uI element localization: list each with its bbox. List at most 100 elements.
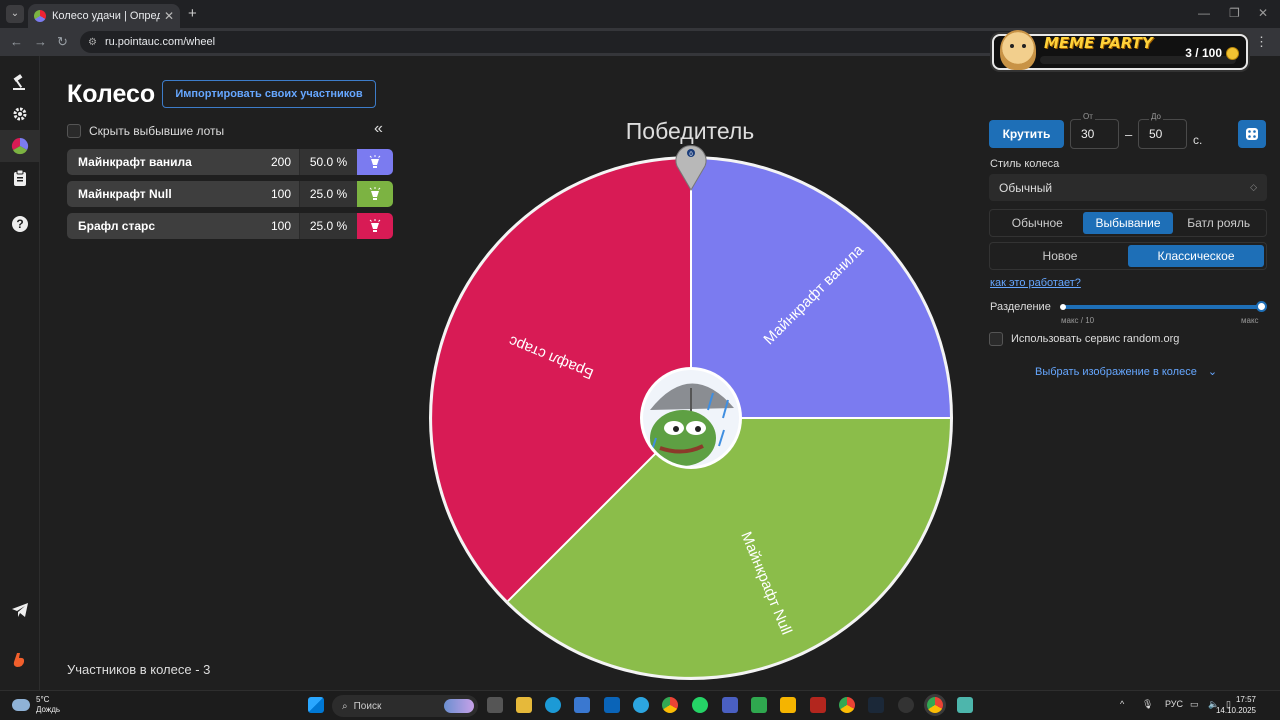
random-org-toggle[interactable]: Использовать сервис random.org [989,332,1179,346]
random-duration-button[interactable] [1238,120,1266,148]
window-close-icon[interactable]: ✕ [1258,6,1268,20]
whatsapp-icon[interactable] [692,697,708,713]
svg-text:?: ? [16,217,23,231]
lot-row[interactable]: Майнкрафт Null 100 25.0 % [67,181,393,207]
microphone-icon[interactable]: 🎙 [1142,699,1153,710]
store-icon[interactable] [574,697,590,713]
import-participants-button[interactable]: Импортировать своих участников [162,80,376,108]
select-arrows-icon: ◇ [1250,182,1257,192]
weather-widget[interactable]: 5°C Дождь [12,695,60,715]
mode-normal-tab[interactable]: Обычное [992,212,1083,234]
site-info-icon[interactable]: ⚙ [88,37,97,48]
app-icon[interactable] [722,697,738,713]
sidebar-history-button[interactable] [0,162,40,194]
boosty-icon [13,653,25,667]
hide-lots-label: Скрыть выбывшие лоты [89,124,225,138]
page-title: Колесо [67,80,156,108]
sidebar-auction-button[interactable] [0,66,40,98]
chrome-active-icon[interactable] [927,697,943,713]
lot-row[interactable]: Майнкрафт ванила 200 50.0 % [67,149,393,175]
clock-date: 14.10.2025 [1215,706,1256,715]
collapse-panel-icon[interactable]: « [374,120,383,138]
split-slider[interactable] [1062,305,1262,309]
how-it-works-link[interactable]: как это работает? [990,277,1081,289]
sidebar-telegram-button[interactable] [0,594,40,626]
task-view-icon[interactable] [487,697,503,713]
language-indicator[interactable]: РУС [1165,699,1183,709]
variant-classic-tab[interactable]: Классическое [1128,245,1264,267]
browser-menu-icon[interactable]: ⋮ [1255,34,1268,50]
github-icon[interactable] [898,697,914,713]
minimize-icon[interactable]: — [1198,6,1210,20]
outlook-icon[interactable] [604,697,620,713]
lightbulb-icon [369,187,381,200]
app-yellow-icon[interactable] [780,697,796,713]
telegram-taskbar-icon[interactable] [633,697,649,713]
reload-icon[interactable]: ↻ [57,34,68,50]
doge-icon [1000,30,1036,70]
windows-taskbar: 5°C Дождь ⌕ Поиск ^ 🎙 РУС ▭ 🔈 ▯ 17:57 14… [0,690,1280,720]
lot-amount: 100 [263,213,299,239]
sidebar-boosty-button[interactable] [0,644,40,676]
fortune-wheel[interactable]: Майнкрафт ванила Майнкрафт Null Брафл ст… [428,138,954,684]
wheel-style-label: Стиль колеса [990,158,1060,170]
lot-name: Майнкрафт Null [67,181,263,207]
restore-icon[interactable]: ❐ [1229,6,1240,20]
hide-lots-toggle[interactable]: Скрыть выбывшие лоты [67,124,224,138]
new-tab-button[interactable]: + [188,5,197,22]
lot-highlight-button[interactable] [357,213,393,239]
hide-lots-checkbox[interactable] [67,124,81,138]
forward-icon[interactable]: → [34,34,47,49]
edge-icon[interactable] [545,697,561,713]
mode-elimination-tab[interactable]: Выбывание [1082,212,1174,234]
chrome-profile-icon[interactable] [839,697,855,713]
chrome-icon[interactable] [662,697,678,713]
sidebar-wheel-button[interactable] [0,130,40,162]
file-explorer-icon[interactable] [516,697,532,713]
weather-condition: Дождь [36,705,61,714]
wheel-style-select[interactable]: Обычный ◇ [989,174,1267,201]
gavel-icon [13,74,25,90]
chevron-down-icon: ⌄ [1207,366,1218,378]
clock-time: 17:57 [1235,695,1256,704]
notepad-icon[interactable] [957,697,973,713]
steam-icon[interactable] [868,697,884,713]
taskbar-clock[interactable]: 17:57 14.10.2025 [1216,694,1256,716]
app-green-icon[interactable] [751,697,767,713]
spin-button[interactable]: Крутить [989,120,1064,148]
rain-cloud-icon [12,699,30,711]
lot-row[interactable]: Брафл старс 100 25.0 % [67,213,393,239]
filezilla-icon[interactable] [810,697,826,713]
random-org-checkbox[interactable] [989,332,1003,346]
split-slider-thumb[interactable] [1256,301,1267,312]
lot-highlight-button[interactable] [357,181,393,207]
taskbar-search[interactable]: ⌕ Поиск [332,695,478,717]
meme-party-title: MEME PARTY [1044,34,1153,52]
sidebar-settings-button[interactable] [0,98,40,130]
random-org-label: Использовать сервис random.org [1011,333,1180,345]
browser-tab[interactable]: Колесо удачи | Определите п ✕ [28,4,180,28]
tab-close-icon[interactable]: ✕ [164,9,174,23]
duration-from-input[interactable]: От 30 [1070,112,1119,149]
back-icon[interactable]: ← [10,34,23,49]
browser-tab-bar: ⌄ Колесо удачи | Определите п ✕ + — ❐ ✕ [0,0,1280,28]
variant-new-tab[interactable]: Новое [992,245,1128,267]
tab-search-button[interactable]: ⌄ [6,5,24,23]
sidebar-help-button[interactable]: ? [0,208,40,240]
duration-to-input[interactable]: До 50 [1138,112,1187,149]
meme-party-badge[interactable]: MEME PARTY 3 / 100 [992,30,1248,70]
url-text: ru.pointauc.com/wheel [104,36,216,48]
lot-amount: 200 [263,149,299,175]
tray-expand-icon[interactable]: ^ [1120,699,1124,709]
lot-highlight-button[interactable] [357,149,393,175]
duration-dash: – [1125,127,1133,142]
search-icon: ⌕ [342,700,348,712]
url-field[interactable]: ⚙ ru.pointauc.com/wheel [80,31,1020,53]
start-icon[interactable] [308,697,324,713]
network-icon[interactable]: ▭ [1190,699,1199,710]
split-min-mark: макс / 10 [1061,316,1095,325]
mode-battle-royale-tab[interactable]: Батл рояль [1173,212,1264,234]
pick-wheel-image-button[interactable]: Выбрать изображение в колесе ⌄ [1035,365,1217,378]
wheel-mode-selector: Обычное Выбывание Батл рояль [989,209,1267,237]
coin-icon [1226,47,1239,60]
